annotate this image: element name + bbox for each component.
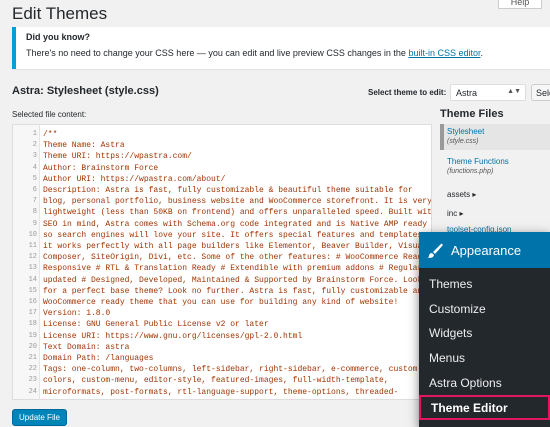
line-number: 14 [28,275,37,284]
line-number: 8 [32,208,37,217]
line-number: 23 [28,376,37,385]
menu-item-customize[interactable]: Customize [419,297,550,322]
update-file-button[interactable]: Update File [12,409,67,426]
notice-suffix: . [480,48,484,58]
notice-body: There's no need to change your CSS here … [26,48,409,58]
did-you-know-notice: Did you know? There's no need to change … [12,27,550,69]
code-editor[interactable]: 1234567891011121314151617181920212223242… [12,124,432,400]
folder-inc[interactable]: inc ▸ [440,205,550,222]
line-number: 25 [13,398,37,400]
appearance-submenu: Appearance Themes Customize Widgets Menu… [419,232,550,427]
line-number: 21 [28,354,37,362]
theme-file-list: Stylesheet (style.css) Theme Functions (… [440,124,550,238]
line-number: 3 [32,152,37,161]
line-number: 17 [28,309,37,318]
theme-select-label: Select theme to edit: [368,88,447,97]
line-number: 7 [32,197,37,206]
line-number: 16 [28,298,37,306]
file-sublabel: (style.css) [447,138,479,145]
line-number: 2 [32,141,37,150]
line-number: 4 [32,163,37,172]
theme-files-heading: Theme Files [440,108,504,120]
notice-title: Did you know? [26,32,90,42]
line-number: 20 [28,342,37,351]
folder-assets[interactable]: assets ▸ [440,186,550,203]
line-number: 15 [28,286,37,295]
file-label: Theme Functions [447,157,509,166]
notice-text: There's no need to change your CSS here … [26,48,540,58]
page-title: Edit Themes [12,4,108,23]
theme-select-value: Astra [456,88,478,98]
selected-file-label: Selected file content: [12,110,87,119]
appearance-menu-header[interactable]: Appearance [419,232,550,268]
file-heading: Astra: Stylesheet (style.css) [12,85,159,97]
line-number: 12 [28,253,37,262]
appearance-label: Appearance [451,242,522,258]
file-label: Stylesheet [447,127,485,136]
menu-item-theme-editor[interactable]: Theme Editor [419,395,550,421]
paintbrush-icon [427,243,443,258]
menu-item-themes[interactable]: Themes [419,272,550,297]
select-arrows-icon: ▲▼ [507,88,521,95]
line-number: 6 [32,186,37,194]
menu-item-menus[interactable]: Menus [419,346,550,371]
line-number: 18 [28,320,37,329]
line-number: 5 [32,174,37,183]
theme-select[interactable]: Astra ▲▼ [450,84,526,101]
select-theme-button[interactable]: Select [531,84,550,101]
line-number: 11 [28,242,37,250]
file-item-stylesheet[interactable]: Stylesheet (style.css) [440,124,550,150]
help-tab[interactable]: Help [498,0,542,9]
menu-item-astra-options[interactable]: Astra Options [419,371,550,396]
line-number: 9 [32,219,37,228]
line-number: 13 [28,264,37,273]
code-content[interactable]: /** Theme Name: Astra Theme URI: https:/… [43,129,431,399]
menu-item-widgets[interactable]: Widgets [419,321,550,346]
file-sublabel: (functions.php) [447,168,494,175]
file-item-functions[interactable]: Theme Functions (functions.php) [440,154,550,180]
editor-gutter: 1234567891011121314151617181920212223242… [13,125,40,399]
line-number: 19 [28,331,37,340]
css-editor-link[interactable]: built-in CSS editor [408,48,480,58]
line-number: 22 [28,365,37,374]
line-number: 1 [32,130,37,138]
line-number: 10 [28,230,37,239]
line-number: 24 [28,387,37,396]
